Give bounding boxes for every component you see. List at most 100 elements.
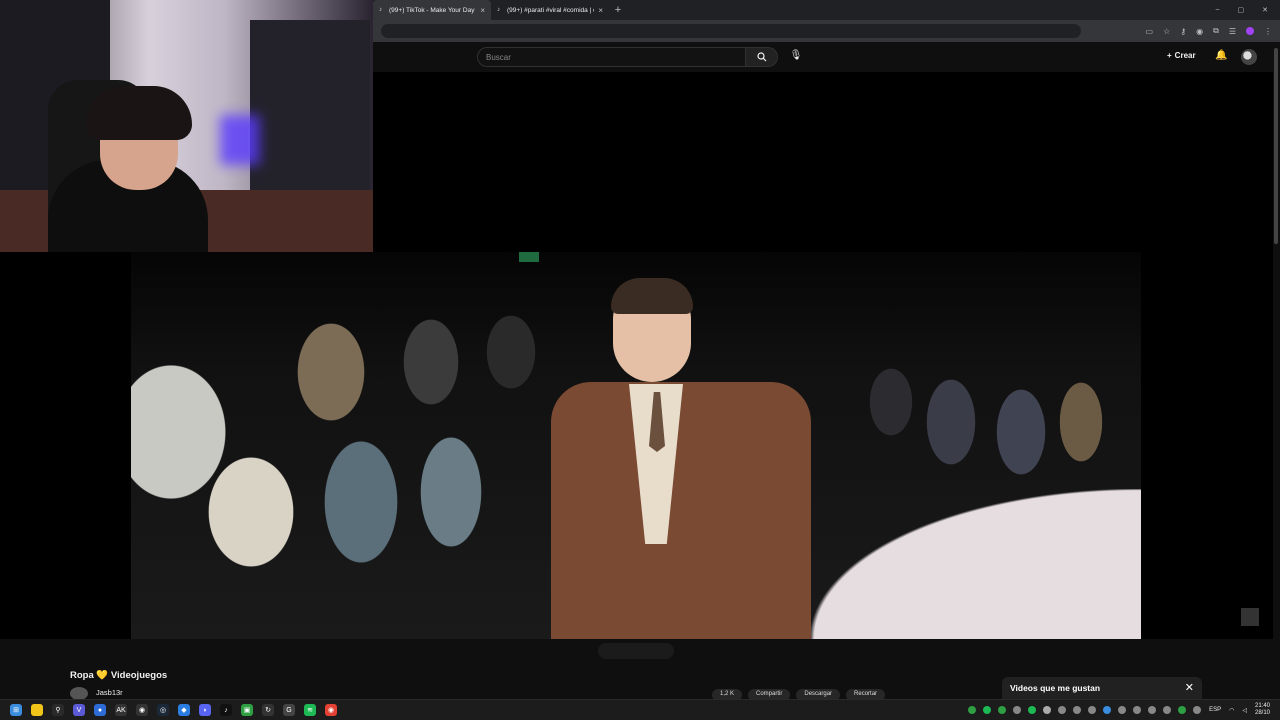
player-controls-pill[interactable]: [598, 643, 674, 659]
popup-title: Videos que me gustan: [1010, 683, 1101, 693]
streamer-hair: [86, 86, 192, 140]
tab-close-icon[interactable]: ×: [598, 6, 603, 15]
wifi-icon[interactable]: ◠: [1229, 707, 1234, 714]
tray-app-icon[interactable]: [1193, 706, 1202, 714]
clock-date: 28/10: [1254, 710, 1270, 716]
menu-kebab-icon[interactable]: ⋮: [1264, 27, 1272, 36]
clock-time: 21:40: [1254, 703, 1270, 709]
tray-app-icon[interactable]: [1163, 706, 1172, 714]
tray-app-icon[interactable]: [1148, 706, 1157, 714]
app-g-icon[interactable]: G: [283, 704, 295, 716]
extension-icons: ▭ ☆ ⚷ ◉ ⧉ ☰ ⋮: [1146, 26, 1272, 36]
tray-app-icon[interactable]: [1028, 706, 1037, 714]
tiktok-favicon-icon: ♪: [497, 7, 500, 13]
reading-list-icon[interactable]: ☰: [1229, 27, 1236, 36]
minimize-button[interactable]: –: [1216, 6, 1220, 14]
steam-icon[interactable]: ◎: [157, 704, 169, 716]
search-icon[interactable]: ⚲: [52, 704, 64, 716]
tiktok-icon[interactable]: ♪: [220, 704, 232, 716]
create-label: Crear: [1174, 51, 1196, 60]
spotify-icon[interactable]: ≋: [304, 704, 316, 716]
discord-icon[interactable]: ◗: [199, 704, 211, 716]
cast-icon[interactable]: ▭: [1146, 27, 1154, 36]
model-coat: [551, 382, 811, 639]
runway-floor: [811, 489, 1141, 639]
app-green-icon[interactable]: ▣: [241, 704, 253, 716]
app-circle-icon[interactable]: ●: [94, 704, 106, 716]
tray-app-icon[interactable]: [1013, 706, 1022, 714]
language-indicator[interactable]: ESP: [1209, 707, 1221, 713]
tray-app-icon[interactable]: [1043, 706, 1052, 714]
maximize-button[interactable]: ▢: [1238, 6, 1245, 14]
page-scrollbar[interactable]: [1273, 42, 1280, 702]
miniplayer-icon[interactable]: [1241, 608, 1259, 626]
tray-app-icon[interactable]: [1058, 706, 1067, 714]
file-explorer-icon[interactable]: [31, 704, 43, 716]
close-window-button[interactable]: ✕: [1262, 6, 1268, 14]
liked-videos-popup: Videos que me gustan ✕: [1002, 677, 1202, 699]
taskbar-apps: ⊞ ⚲ V ● AK ◉ ◎ ◆ ◗ ♪ ▣ ↻ G ≋ ◉: [0, 704, 337, 716]
tray-app-icon[interactable]: [1133, 706, 1142, 714]
video-letterbox-top: [373, 72, 1273, 252]
tray-icons: [968, 706, 1202, 714]
app-blue-icon[interactable]: ◆: [178, 704, 190, 716]
profile-icon[interactable]: [1246, 27, 1254, 35]
account-avatar[interactable]: [1241, 49, 1257, 65]
tray-app-icon[interactable]: [998, 706, 1007, 714]
browser-tabstrip: ♪ (99+) TikTok - Make Your Day × ♪ (99+)…: [373, 0, 1280, 20]
video-player[interactable]: [131, 252, 1141, 639]
scrollbar-thumb[interactable]: [1274, 48, 1278, 244]
tiktok-favicon-icon: ♪: [379, 7, 382, 13]
extension-key-icon[interactable]: ⚷: [1180, 27, 1186, 36]
browser-tab[interactable]: ♪ (99+) TikTok - Make Your Day ×: [373, 0, 491, 20]
screen: ♪ (99+) TikTok - Make Your Day × ♪ (99+)…: [0, 0, 1280, 720]
tab-title: (99+) #parati #viral #comida | c: [507, 6, 595, 14]
tray-app-icon[interactable]: [968, 706, 977, 714]
plus-icon: +: [1167, 51, 1172, 60]
browser-tab[interactable]: ♪ (99+) #parati #viral #comida | c ×: [491, 0, 609, 20]
extensions-puzzle-icon[interactable]: ⧉: [1213, 26, 1219, 36]
channel-name[interactable]: Jasb13r: [96, 688, 123, 697]
new-tab-button[interactable]: +: [609, 4, 627, 16]
model-hair: [611, 278, 693, 314]
search-button[interactable]: [746, 47, 778, 67]
extension-blue-icon[interactable]: ◉: [1196, 27, 1203, 36]
tray-app-icon[interactable]: [1088, 706, 1097, 714]
browser-toolbar: ▭ ☆ ⚷ ◉ ⧉ ☰ ⋮: [373, 20, 1280, 42]
search-input[interactable]: Buscar: [477, 47, 746, 67]
youtube-header: Buscar 🎙 + Crear 🔔: [373, 42, 1280, 72]
runway-model: [551, 278, 811, 639]
video-letterbox-right: [1141, 252, 1273, 639]
tab-close-icon[interactable]: ×: [480, 6, 485, 15]
webcam-neon-light: [220, 115, 260, 165]
search-icon: [756, 52, 766, 62]
webcam-overlay: [0, 0, 373, 252]
video-letterbox-left: [0, 252, 131, 639]
tray-app-icon[interactable]: [1073, 706, 1082, 714]
exit-sign: [519, 252, 539, 262]
system-tray: ESP ◠ ◁ 21:40 28/10: [968, 703, 1280, 717]
close-icon[interactable]: ✕: [1185, 683, 1194, 694]
app-ak-icon[interactable]: AK: [115, 704, 127, 716]
bookmark-star-icon[interactable]: ☆: [1163, 27, 1170, 36]
volume-icon[interactable]: ◁: [1242, 707, 1247, 714]
chrome-icon[interactable]: ◉: [325, 704, 337, 716]
notifications-bell-icon[interactable]: 🔔: [1215, 50, 1227, 61]
app-cycle-icon[interactable]: ↻: [262, 704, 274, 716]
microphone-icon[interactable]: 🎙: [789, 50, 803, 64]
tab-title: (99+) TikTok - Make Your Day: [389, 6, 475, 14]
windows-taskbar: ⊞ ⚲ V ● AK ◉ ◎ ◆ ◗ ♪ ▣ ↻ G ≋ ◉ ESP ◠ ◁ 21:40 28/10: [0, 699, 1280, 720]
app-v-icon[interactable]: V: [73, 704, 85, 716]
tray-app-icon[interactable]: [1118, 706, 1127, 714]
tray-app-icon[interactable]: [983, 706, 992, 714]
app-obs-icon[interactable]: ◉: [136, 704, 148, 716]
tray-app-icon[interactable]: [1178, 706, 1187, 714]
clock[interactable]: 21:40 28/10: [1255, 703, 1270, 717]
webcam-shelf-right: [250, 20, 370, 200]
create-button[interactable]: + Crear: [1167, 51, 1196, 60]
tray-app-icon[interactable]: [1103, 706, 1112, 714]
window-controls: – ▢ ✕: [1216, 6, 1280, 14]
address-bar[interactable]: [381, 24, 1081, 38]
windows-start-icon[interactable]: ⊞: [10, 704, 22, 716]
video-title: Ropa 💛 Videojuegos: [70, 670, 168, 681]
